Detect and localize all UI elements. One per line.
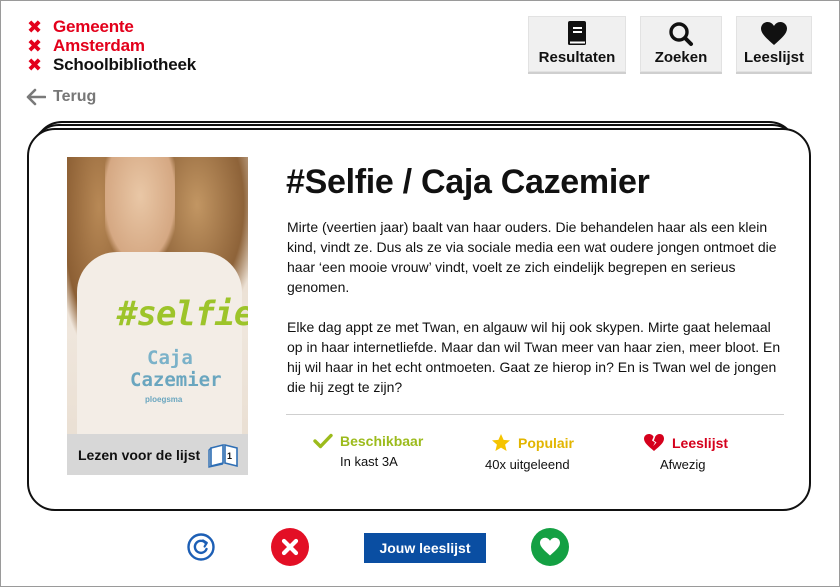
magnifier-icon	[669, 22, 693, 46]
back-link[interactable]: Terug	[26, 88, 96, 106]
book-title: #Selfie / Caja Cazemier	[286, 163, 650, 201]
description-paragraph: Mirte (veertien jaar) baalt van haar oud…	[287, 219, 777, 295]
my-readinglist-button[interactable]: Jouw leeslijst	[364, 533, 486, 563]
broken-heart-icon	[644, 434, 664, 451]
gemeente-amsterdam-logo: ✖ Gemeente ✖ Amsterdam ✖ Schoolbibliothe…	[27, 17, 196, 74]
popularity-value: 40x uitgeleend	[485, 457, 570, 472]
availability-label: Beschikbaar	[340, 433, 424, 449]
close-icon	[281, 538, 299, 556]
readinglist-stat-label: Leeslijst	[672, 434, 729, 451]
results-label: Resultaten	[538, 49, 616, 66]
search-label: Zoeken	[654, 49, 708, 66]
reading-list-band: Lezen voor de lijst 1	[67, 434, 248, 475]
popularity-label: Populair	[518, 434, 575, 451]
star-icon	[492, 434, 510, 451]
readinglist-stat-value: Afwezig	[660, 457, 706, 472]
logo-line-1: ✖ Gemeente	[27, 16, 134, 37]
logo-line-3: ✖ Schoolbibliotheek	[27, 54, 197, 75]
refresh-icon	[187, 533, 215, 561]
logo-line-2: ✖ Amsterdam	[27, 35, 145, 56]
band-label: Lezen voor de lijst	[78, 446, 201, 463]
back-label: Terug	[53, 88, 97, 105]
checkmark-icon	[313, 433, 333, 449]
logo-cross-icon: ✖	[27, 35, 42, 56]
cover-title: #selfie	[117, 294, 248, 334]
cover-art	[105, 157, 175, 262]
search-button[interactable]: Zoeken	[640, 16, 722, 72]
refresh-button[interactable]	[186, 532, 216, 562]
like-button[interactable]	[531, 528, 569, 566]
arrow-left-icon	[26, 88, 46, 106]
reject-button[interactable]	[271, 528, 309, 566]
readinglist-stat: Leeslijst Afwezig	[643, 433, 728, 472]
book-icon	[568, 21, 586, 45]
heart-icon	[761, 22, 787, 45]
divider	[286, 414, 784, 415]
cover-author-first: Caja	[147, 347, 193, 369]
book-card[interactable]: #selfie Caja Cazemier ploegsma Lezen voo…	[27, 128, 811, 511]
band-badge-number: 1	[227, 451, 232, 461]
availability-value: In kast 3A	[340, 454, 398, 469]
readinglist-button[interactable]: Leeslijst	[736, 16, 812, 72]
logo-cross-icon: ✖	[27, 54, 42, 75]
results-button[interactable]: Resultaten	[528, 16, 626, 72]
logo-cross-icon: ✖	[27, 16, 42, 37]
open-book-badge-icon: 1	[208, 443, 238, 468]
cover-author-last: Cazemier	[130, 369, 222, 391]
readinglist-label: Leeslijst	[743, 49, 805, 66]
book-cover[interactable]: #selfie Caja Cazemier ploegsma Lezen voo…	[67, 157, 248, 475]
description-paragraph: Elke dag appt ze met Twan, en algauw wil…	[287, 319, 781, 395]
availability-stat: Beschikbaar In kast 3A	[313, 433, 423, 469]
heart-icon	[540, 537, 560, 556]
cover-publisher: ploegsma	[145, 395, 183, 404]
popularity-stat: Populair 40x uitgeleend	[485, 433, 575, 472]
